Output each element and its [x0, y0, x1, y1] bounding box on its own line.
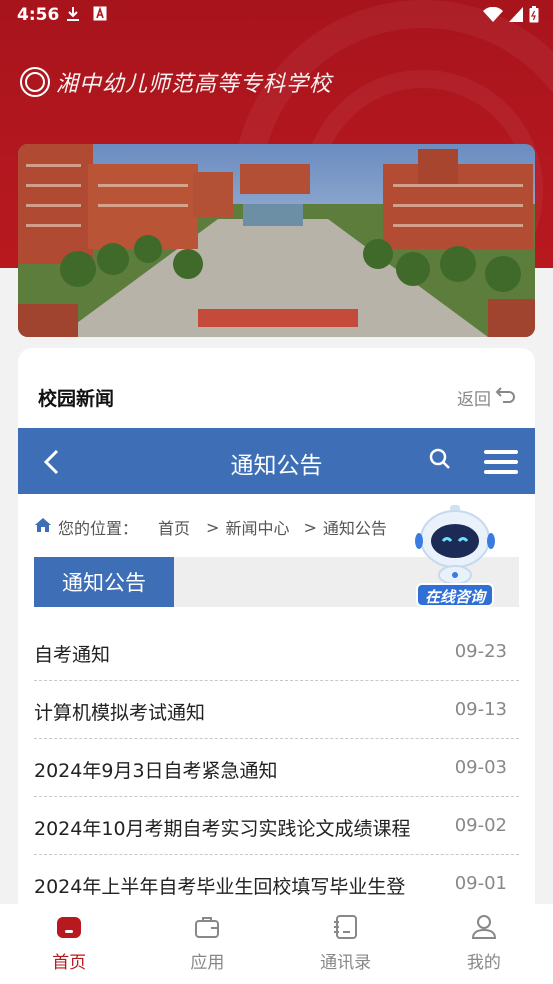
tab-me[interactable]: 我的 — [415, 904, 553, 984]
briefcase-icon — [194, 914, 220, 944]
app-root: 4:56 湘中幼儿师范高等专科学校 校园新闻 返回 通知公告 您的位置： 首页 … — [0, 0, 553, 984]
signal-icon — [509, 7, 523, 27]
contacts-icon — [333, 914, 359, 944]
breadcrumb-item-news-center[interactable]: 新闻中心 — [225, 515, 289, 539]
news-title: 自考通知 — [34, 644, 111, 666]
news-title: 计算机模拟考试通知 — [34, 702, 206, 724]
tab-contacts[interactable]: 通讯录 — [277, 904, 415, 984]
news-date: 09-01 — [454, 873, 507, 894]
tab-apps[interactable]: 应用 — [138, 904, 276, 984]
robot-icon — [415, 505, 495, 585]
school-emblem-icon — [20, 67, 50, 97]
school-name: 湘中幼儿师范高等专科学校 — [56, 72, 333, 97]
tab-apps-label: 应用 — [190, 953, 225, 973]
site-nav-bar: 通知公告 — [18, 428, 535, 494]
search-icon[interactable] — [429, 448, 451, 474]
section-tab[interactable]: 通知公告 — [34, 557, 174, 607]
news-title: 2024年上半年自考毕业生回校填写毕业生登 — [34, 876, 406, 898]
news-item[interactable]: 2024年10月考期自考实习实践论文成绩课程 09-02 — [34, 797, 519, 855]
tab-home-label: 首页 — [52, 953, 87, 973]
status-right — [483, 6, 539, 28]
tab-contacts-label: 通讯录 — [320, 953, 372, 973]
news-title: 2024年9月3日自考紧急通知 — [34, 760, 278, 782]
menu-icon[interactable] — [484, 450, 518, 478]
news-date: 09-23 — [454, 641, 507, 662]
home-icon — [56, 914, 82, 944]
back-label: 返回 — [457, 390, 491, 410]
breadcrumb: 您的位置： 首页 > 新闻中心 > 通知公告 — [34, 515, 387, 539]
user-icon — [471, 914, 497, 944]
online-consult-button[interactable]: 在线咨询 — [414, 503, 496, 609]
online-consult-label: 在线咨询 — [416, 583, 494, 607]
tab-home[interactable]: 首页 — [0, 904, 138, 984]
news-date: 09-03 — [454, 757, 507, 778]
home-small-icon — [34, 517, 52, 537]
back-button[interactable]: 返回 — [457, 385, 517, 410]
site-nav-title: 通知公告 — [230, 453, 323, 479]
wifi-icon — [483, 6, 503, 28]
return-icon — [495, 386, 517, 409]
campus-banner-image — [18, 144, 535, 337]
news-date: 09-13 — [454, 699, 507, 720]
news-list: 自考通知 09-23 计算机模拟考试通知 09-13 2024年9月3日自考紧急… — [34, 623, 519, 908]
battery-icon — [529, 6, 539, 28]
news-card: 校园新闻 返回 通知公告 您的位置： 首页 > 新闻中心 > 通知公告 通知公告… — [18, 348, 535, 908]
news-item[interactable]: 自考通知 09-23 — [34, 623, 519, 681]
card-header: 校园新闻 返回 — [18, 348, 535, 428]
breadcrumb-item-notices[interactable]: 通知公告 — [323, 515, 387, 539]
news-item[interactable]: 2024年9月3日自考紧急通知 09-03 — [34, 739, 519, 797]
download-icon — [66, 6, 80, 27]
news-title: 2024年10月考期自考实习实践论文成绩课程 — [34, 818, 411, 840]
breadcrumb-separator: > — [206, 517, 220, 537]
status-bar: 4:56 — [0, 0, 553, 30]
breadcrumb-item-home[interactable]: 首页 — [158, 515, 190, 539]
breadcrumb-prefix: 您的位置： — [58, 519, 139, 538]
tab-me-label: 我的 — [466, 953, 501, 973]
card-title: 校园新闻 — [38, 388, 115, 410]
news-item[interactable]: 2024年上半年自考毕业生回校填写毕业生登 09-01 — [34, 855, 519, 908]
news-item[interactable]: 计算机模拟考试通知 09-13 — [34, 681, 519, 739]
status-time: 4:56 — [17, 5, 60, 25]
breadcrumb-separator: > — [303, 517, 317, 537]
font-icon — [93, 6, 107, 26]
bottom-tab-bar: 首页 应用 通讯录 我的 — [0, 904, 553, 984]
news-date: 09-02 — [454, 815, 507, 836]
school-logo: 湘中幼儿师范高等专科学校 — [20, 66, 332, 98]
